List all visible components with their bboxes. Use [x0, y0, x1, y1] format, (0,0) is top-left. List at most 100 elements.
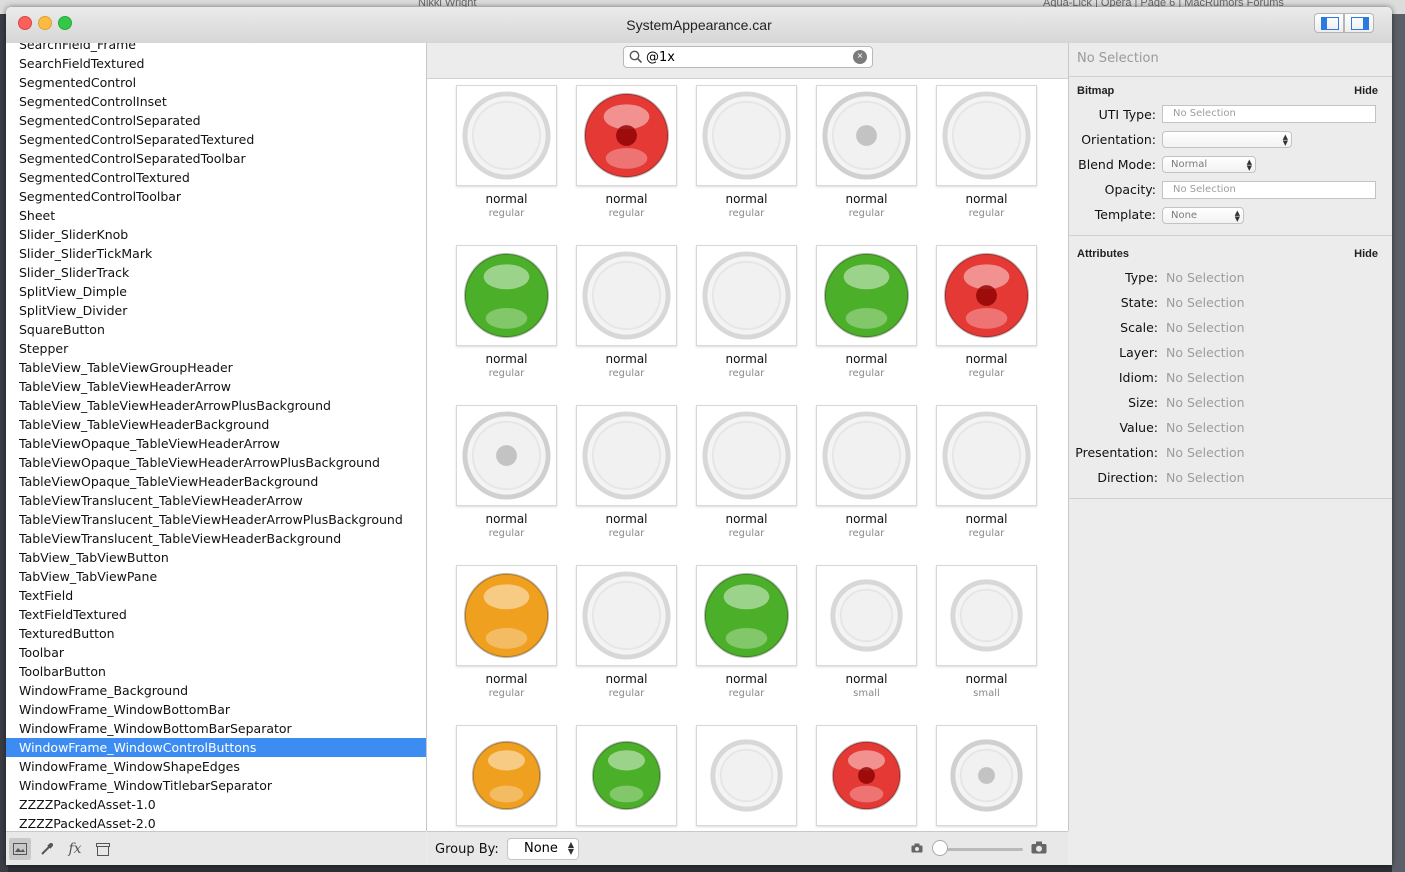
- image-icon[interactable]: [9, 838, 31, 860]
- sidebar-item[interactable]: WindowFrame_WindowBottomBar: [6, 700, 426, 719]
- asset-thumbnail[interactable]: [576, 85, 677, 186]
- sidebar-item[interactable]: TableView_TableViewHeaderBackground: [6, 415, 426, 434]
- asset-thumbnail[interactable]: [456, 405, 557, 506]
- asset-thumbnail[interactable]: [936, 85, 1037, 186]
- asset-thumbnail[interactable]: [936, 565, 1037, 666]
- sidebar-item[interactable]: WindowFrame_WindowBottomBarSeparator: [6, 719, 426, 738]
- asset-thumbnail[interactable]: [816, 85, 917, 186]
- asset-thumbnail-cell[interactable]: normal small: [928, 557, 1048, 717]
- asset-thumbnail-cell[interactable]: normal small: [808, 557, 928, 717]
- search-input[interactable]: [646, 48, 846, 66]
- sidebar-item[interactable]: TextFieldTextured: [6, 605, 426, 624]
- sidebar-item[interactable]: WindowFrame_WindowControlButtons: [6, 738, 426, 757]
- asset-thumbnail-cell[interactable]: normal regular: [448, 77, 568, 237]
- sidebar-item[interactable]: WindowFrame_WindowShapeEdges: [6, 757, 426, 776]
- asset-thumbnail[interactable]: [696, 85, 797, 186]
- asset-thumbnail[interactable]: [456, 85, 557, 186]
- asset-thumbnail-cell[interactable]: normal regular: [928, 237, 1048, 397]
- sidebar-item[interactable]: TableViewOpaque_TableViewHeaderArrowPlus…: [6, 453, 426, 472]
- sidebar-item[interactable]: SegmentedControlSeparatedToolbar: [6, 149, 426, 168]
- eyedropper-icon[interactable]: [36, 838, 58, 860]
- sidebar-item[interactable]: SegmentedControlToolbar: [6, 187, 426, 206]
- sidebar-item[interactable]: Slider_SliderKnob: [6, 225, 426, 244]
- sidebar-item[interactable]: TextField: [6, 586, 426, 605]
- sidebar-item[interactable]: Stepper: [6, 339, 426, 358]
- asset-thumbnail[interactable]: [816, 725, 917, 826]
- asset-thumbnail-cell[interactable]: normal regular: [928, 397, 1048, 557]
- group-by-select[interactable]: None ▲ ▼: [507, 838, 579, 860]
- sidebar-item[interactable]: SearchFieldTextured: [6, 54, 426, 73]
- sidebar-item[interactable]: WindowFrame_WindowTitlebarSeparator: [6, 776, 426, 795]
- asset-thumbnail-cell[interactable]: normal regular: [568, 77, 688, 237]
- asset-thumbnail[interactable]: [936, 405, 1037, 506]
- orientation-popup[interactable]: ▲ ▼: [1162, 131, 1292, 148]
- sidebar-item[interactable]: ToolbarButton: [6, 662, 426, 681]
- asset-thumbnail-cell[interactable]: normal regular: [568, 557, 688, 717]
- asset-thumbnail-cell[interactable]: normal regular: [808, 77, 928, 237]
- asset-thumbnail-cell[interactable]: normal regular: [568, 237, 688, 397]
- asset-thumbnail[interactable]: [456, 245, 557, 346]
- asset-thumbnail-cell[interactable]: normal regular: [568, 397, 688, 557]
- sidebar-item[interactable]: TableViewOpaque_TableViewHeaderBackgroun…: [6, 472, 426, 491]
- toggle-left-pane-button[interactable]: [1314, 13, 1344, 33]
- sidebar-item[interactable]: TableView_TableViewHeaderArrow: [6, 377, 426, 396]
- asset-thumbnail-cell[interactable]: [928, 717, 1048, 831]
- asset-thumbnail-cell[interactable]: normal regular: [448, 557, 568, 717]
- zoom-slider-track[interactable]: [935, 848, 1023, 851]
- sidebar-item[interactable]: TexturedButton: [6, 624, 426, 643]
- sidebar-item[interactable]: TableViewTranslucent_TableViewHeaderBack…: [6, 529, 426, 548]
- asset-thumbnail[interactable]: [456, 565, 557, 666]
- sidebar-item[interactable]: SegmentedControlSeparatedTextured: [6, 130, 426, 149]
- asset-thumbnail-cell[interactable]: normal regular: [928, 77, 1048, 237]
- sidebar-item[interactable]: SquareButton: [6, 320, 426, 339]
- asset-thumbnail-cell[interactable]: [688, 717, 808, 831]
- attributes-hide-button[interactable]: Hide: [1354, 248, 1378, 260]
- sidebar-item[interactable]: TabView_TabViewPane: [6, 567, 426, 586]
- archive-icon[interactable]: [92, 838, 114, 860]
- asset-list[interactable]: SearchField_Frame SearchFieldTextured Segm…: [6, 43, 427, 831]
- sidebar-item[interactable]: SplitView_Dimple: [6, 282, 426, 301]
- asset-thumbnail-cell[interactable]: [448, 717, 568, 831]
- bitmap-hide-button[interactable]: Hide: [1354, 85, 1378, 97]
- sidebar-item[interactable]: Slider_SliderTrack: [6, 263, 426, 282]
- sidebar-item[interactable]: TableViewOpaque_TableViewHeaderArrow: [6, 434, 426, 453]
- asset-thumbnail[interactable]: [696, 405, 797, 506]
- sidebar-item[interactable]: TableViewTranslucent_TableViewHeaderArro…: [6, 510, 426, 529]
- asset-thumbnail-cell[interactable]: normal regular: [688, 557, 808, 717]
- asset-thumbnail-cell[interactable]: normal regular: [448, 397, 568, 557]
- asset-thumbnail[interactable]: [576, 245, 677, 346]
- asset-thumbnail[interactable]: [816, 405, 917, 506]
- fx-icon[interactable]: fx: [64, 838, 86, 860]
- sidebar-item[interactable]: Toolbar: [6, 643, 426, 662]
- sidebar-item[interactable]: SearchField_Frame: [6, 43, 426, 54]
- toggle-right-pane-button[interactable]: [1344, 13, 1374, 33]
- asset-thumbnail-cell[interactable]: normal regular: [688, 237, 808, 397]
- template-popup[interactable]: None ▲ ▼: [1162, 207, 1244, 224]
- asset-thumbnail-cell[interactable]: [568, 717, 688, 831]
- sidebar-item[interactable]: SegmentedControlSeparated: [6, 111, 426, 130]
- sidebar-item[interactable]: SegmentedControl: [6, 73, 426, 92]
- asset-thumbnail[interactable]: [576, 725, 677, 826]
- asset-thumbnail[interactable]: [456, 725, 557, 826]
- asset-thumbnail-cell[interactable]: normal regular: [808, 237, 928, 397]
- asset-thumbnail[interactable]: [936, 245, 1037, 346]
- asset-thumbnail[interactable]: [816, 245, 917, 346]
- sidebar-item[interactable]: SegmentedControlInset: [6, 92, 426, 111]
- sidebar-item[interactable]: ZZZZPackedAsset-1.0: [6, 795, 426, 814]
- uti-type-field[interactable]: No Selection: [1162, 105, 1376, 123]
- asset-thumbnail[interactable]: [936, 725, 1037, 826]
- asset-thumbnail[interactable]: [696, 725, 797, 826]
- sidebar-item[interactable]: ZZZZPackedAsset-2.0: [6, 814, 426, 831]
- sidebar-item[interactable]: Sheet: [6, 206, 426, 225]
- sidebar-item[interactable]: TabView_TabViewButton: [6, 548, 426, 567]
- blend-mode-popup[interactable]: Normal ▲ ▼: [1162, 156, 1256, 173]
- asset-thumbnail[interactable]: [576, 405, 677, 506]
- asset-thumbnail-cell[interactable]: normal regular: [448, 237, 568, 397]
- sidebar-item[interactable]: Slider_SliderTickMark: [6, 244, 426, 263]
- sidebar-item[interactable]: SplitView_Divider: [6, 301, 426, 320]
- asset-thumbnail-cell[interactable]: normal regular: [808, 397, 928, 557]
- asset-thumbnail[interactable]: [816, 565, 917, 666]
- asset-thumbnail-cell[interactable]: [808, 717, 928, 831]
- search-field[interactable]: ×: [623, 46, 873, 68]
- sidebar-item[interactable]: WindowFrame_Background: [6, 681, 426, 700]
